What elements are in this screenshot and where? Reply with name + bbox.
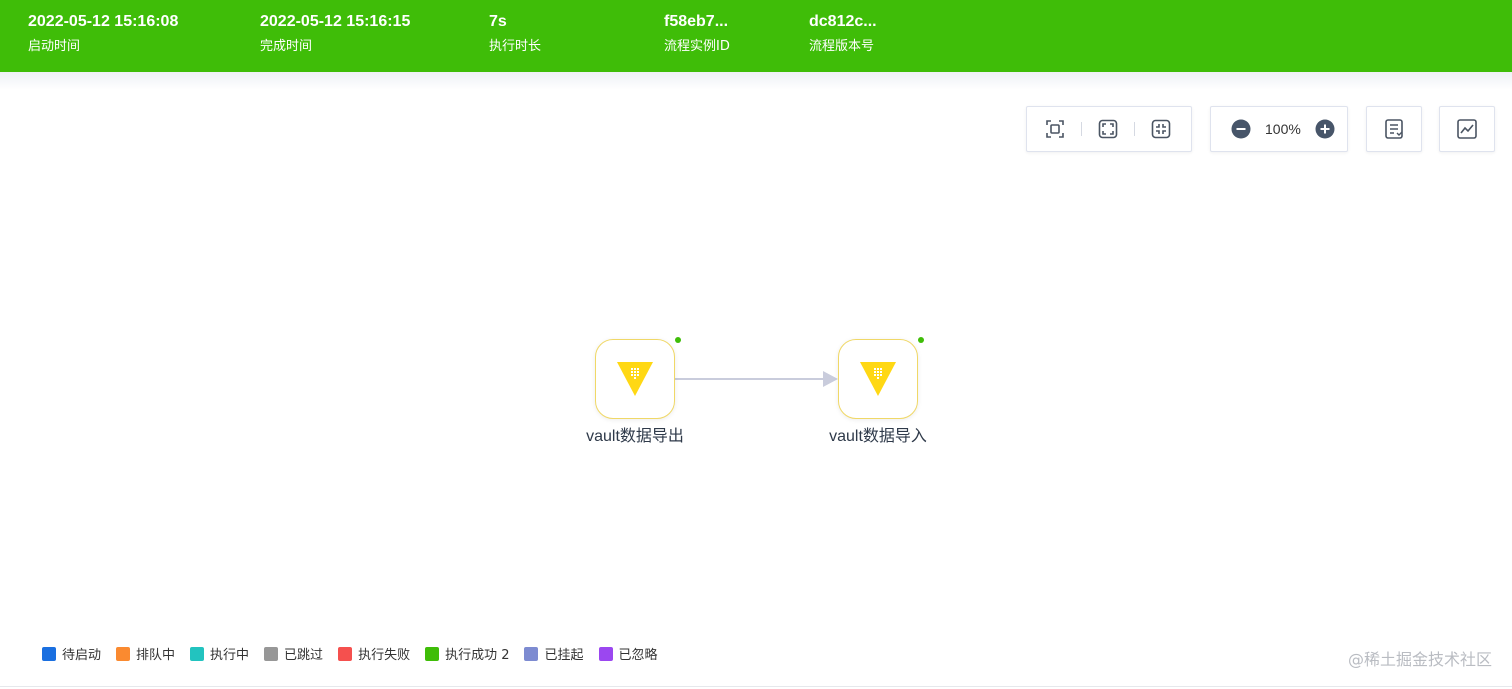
legend-item: 执行失败	[338, 644, 410, 663]
legend-label: 已挂起	[544, 648, 584, 663]
legend-label: 排队中	[136, 648, 176, 663]
status-legend: 待启动 排队中 执行中 已跳过 执行失败 执行成功 2 已挂起 已忽略	[42, 644, 673, 663]
legend-label: 待启动	[62, 648, 102, 663]
legend-item: 已跳过	[264, 644, 323, 663]
watermark: @稀土掘金技术社区	[1347, 650, 1492, 669]
legend-label: 已跳过	[284, 648, 324, 663]
legend-item: 已挂起	[524, 644, 584, 663]
legend-label: 执行成功 2	[445, 648, 510, 663]
legend-swatch	[264, 646, 279, 661]
workflow-node[interactable]	[595, 339, 675, 419]
legend-label: 执行中	[210, 648, 250, 663]
legend-label: 执行失败	[358, 648, 411, 663]
status-dot	[675, 337, 681, 343]
edge-layer	[675, 371, 838, 387]
status-dot	[918, 337, 924, 343]
legend-label: 已忽略	[618, 648, 658, 663]
legend-swatch	[42, 646, 56, 661]
legend-item: 执行中	[190, 644, 249, 663]
workflow-node[interactable]	[838, 339, 918, 419]
legend-item: 执行成功 2	[425, 644, 509, 663]
node-label: vault数据导入	[829, 428, 927, 445]
legend-item: 待启动	[42, 644, 101, 663]
legend-swatch	[338, 646, 353, 661]
vault-logo-icon	[617, 362, 653, 396]
legend-swatch	[116, 646, 131, 661]
edge-arrowhead	[823, 371, 838, 387]
legend-swatch	[425, 646, 440, 661]
legend-swatch	[598, 646, 613, 661]
legend-swatch	[524, 646, 539, 661]
legend-swatch	[190, 646, 205, 661]
bottom-divider	[0, 686, 1512, 687]
node-label: vault数据导出	[586, 428, 684, 445]
vault-logo-icon	[860, 362, 896, 396]
legend-item: 排队中	[116, 644, 175, 663]
legend-item: 已忽略	[598, 644, 658, 663]
